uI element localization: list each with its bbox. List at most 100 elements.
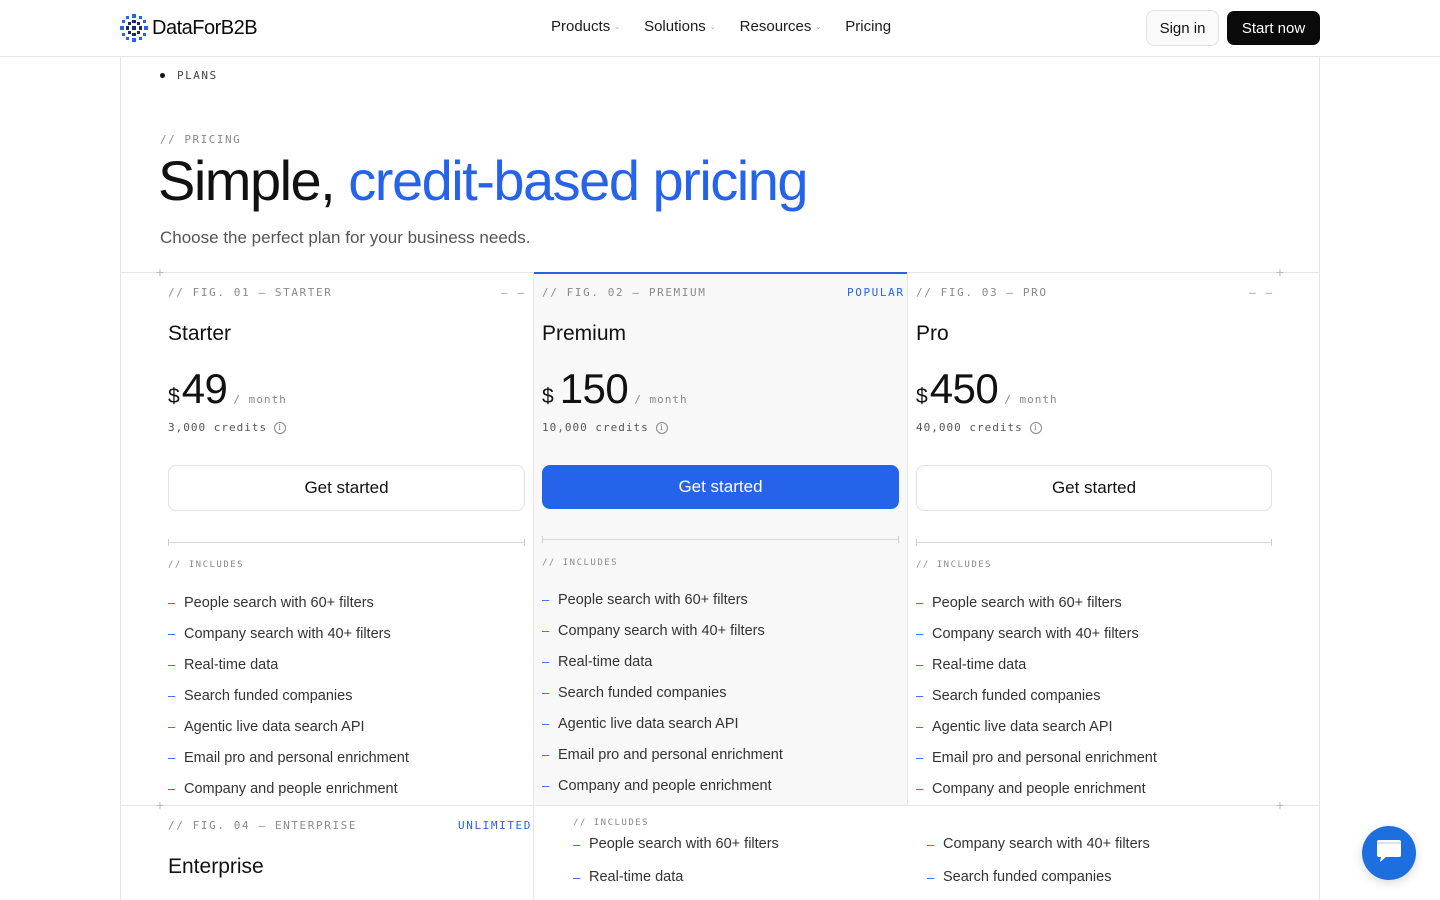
nav-resources[interactable]: Resources ⌄ [740, 18, 822, 35]
top-nav: DataForB2B Products ⌄ Solutions ⌄ Resource… [0, 0, 1440, 57]
plan-credits: 10,000 credits i [542, 421, 668, 434]
plan-fig-label: // FIG. 02 — PREMIUM [542, 286, 707, 299]
enterprise-feature-item: – Search funded companies [927, 869, 1111, 885]
feature-bullet: – [916, 595, 924, 610]
info-icon[interactable]: i [274, 421, 287, 434]
frame-border-right [1319, 57, 1320, 900]
feature-item: – Agentic live data search API [542, 708, 783, 739]
chevron-down-icon: ⌄ [614, 23, 621, 31]
get-started-button-premium[interactable]: Get started [542, 465, 899, 509]
feature-text: People search with 60+ filters [558, 591, 748, 608]
plan-name: Premium [542, 322, 627, 345]
bullet-dot-icon [160, 73, 165, 78]
feature-text: Company and people enrichment [184, 780, 398, 797]
feature-bullet: – [927, 836, 935, 852]
feature-text: Company and people enrichment [932, 780, 1146, 797]
feature-item: – Search funded companies [168, 680, 409, 711]
enterprise-feature-item: – People search with 60+ filters [573, 836, 779, 852]
feature-text: Real-time data [558, 653, 653, 670]
page-subtitle: Choose the perfect plan for your busines… [160, 228, 531, 247]
feature-item: – Email pro and personal enrichment [916, 742, 1157, 773]
feature-text: People search with 60+ filters [589, 836, 779, 852]
plan-price: $ 49 / month [168, 365, 287, 413]
feature-item: – Agentic live data search API [916, 711, 1157, 742]
plan-credits-text: 3,000 credits [168, 421, 268, 434]
feature-list-pro: – People search with 60+ filters – Company… [916, 587, 1157, 804]
feature-text: People search with 60+ filters [184, 594, 374, 611]
feature-text: Agentic live data search API [558, 715, 739, 732]
price-period: / month [1004, 393, 1058, 406]
feature-bullet: – [542, 623, 550, 638]
plan-name: Pro [916, 322, 949, 345]
price-amount: 49 [181, 365, 228, 412]
sign-in-button[interactable]: Sign in [1146, 10, 1219, 46]
info-icon[interactable]: i [1029, 421, 1042, 434]
feature-text: Email pro and personal enrichment [184, 749, 409, 766]
start-now-button[interactable]: Start now [1227, 11, 1320, 45]
logo-link[interactable]: DataForB2B [120, 14, 258, 42]
feature-bullet: – [542, 592, 550, 607]
feature-item: – Company search with 40+ filters [542, 615, 783, 646]
nav-pricing[interactable]: Pricing [845, 18, 891, 35]
feature-bullet: – [542, 747, 550, 762]
plan-name: Starter [168, 322, 232, 345]
feature-bullet: – [916, 688, 924, 703]
feature-bullet: – [168, 688, 176, 703]
enterprise-feature-item: – Company search with 40+ filters [927, 836, 1150, 852]
feature-text: Email pro and personal enrichment [932, 749, 1157, 766]
feature-item: – Company search with 40+ filters [916, 618, 1157, 649]
feature-text: Real-time data [184, 656, 279, 673]
nav-solutions-label: Solutions [644, 18, 706, 35]
enterprise-feature-item: – Real-time data [573, 869, 683, 885]
get-started-button-starter[interactable]: Get started [168, 465, 525, 511]
feature-bullet: – [168, 750, 176, 765]
price-amount: 150 [559, 365, 629, 412]
feature-bullet: – [573, 836, 581, 852]
info-icon[interactable]: i [655, 421, 668, 434]
chat-launcher-button[interactable] [1362, 826, 1416, 880]
nav-products[interactable]: Products ⌄ [551, 18, 620, 35]
feature-item: – Company and people enrichment [168, 773, 409, 804]
feature-text: People search with 60+ filters [932, 594, 1122, 611]
feature-text: Email pro and personal enrichment [558, 746, 783, 763]
feature-text: Search funded companies [932, 687, 1101, 704]
get-started-button-pro[interactable]: Get started [916, 465, 1272, 511]
plan-credits: 3,000 credits i [168, 421, 287, 434]
plan-price: $ 150 / month [542, 365, 688, 413]
feature-bullet: – [927, 869, 935, 885]
logo-mark-icon [120, 14, 148, 42]
feature-list-starter: – People search with 60+ filters – Company… [168, 587, 409, 804]
feature-text: Search funded companies [943, 869, 1112, 885]
page-title-plain: Simple, [158, 149, 349, 212]
enterprise-plan-name: Enterprise [168, 855, 264, 878]
divider-ruler [168, 539, 525, 546]
feature-bullet: – [916, 626, 924, 641]
feature-bullet: – [168, 719, 176, 734]
feature-item: – Real-time data [542, 646, 783, 677]
plan-tag: — — [501, 286, 526, 299]
feature-text: Company search with 40+ filters [932, 625, 1139, 642]
feature-list-premium: – People search with 60+ filters – Company… [542, 584, 783, 801]
price-amount: 450 [929, 365, 999, 412]
enterprise-fig-label: // FIG. 04 — ENTERPRISE [168, 819, 358, 832]
section-label: PLANS [160, 69, 218, 82]
feature-bullet: – [542, 685, 550, 700]
feature-text: Search funded companies [558, 684, 727, 701]
feature-bullet: – [573, 869, 581, 885]
enterprise-includes-label: // INCLUDES [573, 818, 650, 828]
includes-label: // INCLUDES [916, 560, 993, 570]
includes-label: // INCLUDES [168, 560, 245, 570]
logo-text: DataForB2B [152, 16, 258, 39]
chat-bubble-icon [1374, 838, 1404, 869]
feature-bullet: – [542, 716, 550, 731]
nav-resources-label: Resources [739, 18, 812, 35]
feature-bullet: – [542, 654, 550, 669]
price-period: / month [634, 393, 688, 406]
feature-item: – Company search with 40+ filters [168, 618, 409, 649]
page-title-accent: credit-based pricing [348, 149, 808, 212]
nav-solutions[interactable]: Solutions ⌄ [644, 18, 716, 35]
feature-item: – People search with 60+ filters [168, 587, 409, 618]
feature-bullet: – [168, 595, 176, 610]
plan-credits: 40,000 credits i [916, 421, 1042, 434]
nav-products-label: Products [551, 18, 611, 35]
